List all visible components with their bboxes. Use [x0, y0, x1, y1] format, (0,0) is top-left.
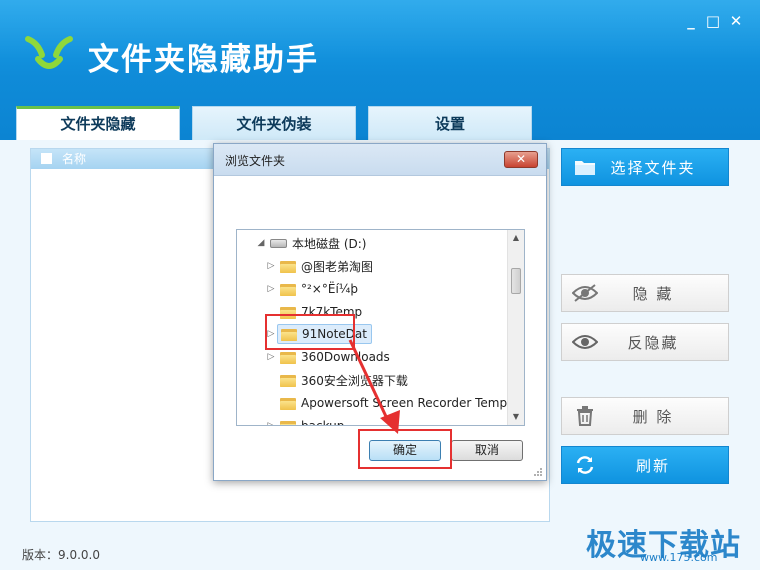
- app-title: 文件夹隐藏助手: [88, 42, 319, 78]
- tree-item[interactable]: Apowersoft Screen Recorder Temp: [265, 393, 507, 413]
- app-logo-icon: [25, 36, 73, 69]
- select-folder-button[interactable]: 选择文件夹: [561, 148, 729, 186]
- scroll-up-arrow-icon[interactable]: ▲: [508, 230, 524, 246]
- collapsed-arrow-icon[interactable]: ▷: [265, 329, 277, 339]
- dialog-close-button[interactable]: ✕: [504, 151, 538, 168]
- tree-item-selected[interactable]: ▷ 91NoteDat: [265, 324, 372, 344]
- tree-item[interactable]: ▷ °²×°Ëí¼þ: [265, 279, 359, 299]
- ok-button[interactable]: 确定: [369, 440, 441, 461]
- expanded-arrow-icon[interactable]: ◢: [255, 238, 267, 248]
- tree-item[interactable]: ▷ @图老弟淘图: [265, 256, 373, 276]
- browse-folder-dialog: 浏览文件夹 ✕ ◢ 本地磁盘 (D:) ▷ @图老弟淘图 ▷ °²×°Ëí¼þ …: [213, 143, 547, 481]
- refresh-icon: [562, 455, 608, 475]
- maximize-button[interactable]: □: [704, 12, 722, 30]
- tab-settings[interactable]: 设置: [368, 106, 532, 140]
- watermark-url: www.175.com: [640, 551, 718, 564]
- tree-item-drive-d[interactable]: ◢ 本地磁盘 (D:): [255, 233, 367, 253]
- scroll-down-arrow-icon[interactable]: ▼: [508, 409, 524, 425]
- tree-item[interactable]: ▷ 360Downloads: [265, 347, 390, 367]
- minimize-button[interactable]: _: [682, 12, 700, 30]
- scroll-thumb[interactable]: [511, 268, 521, 294]
- refresh-button[interactable]: 刷新: [561, 446, 729, 484]
- dialog-titlebar[interactable]: 浏览文件夹 ✕: [214, 144, 546, 176]
- tree-scrollbar[interactable]: ▲ ▼: [507, 230, 524, 425]
- dialog-title: 浏览文件夹: [225, 154, 286, 168]
- selected-folder[interactable]: 91NoteDat: [277, 324, 372, 344]
- trash-icon: [562, 406, 608, 426]
- select-all-checkbox[interactable]: [41, 153, 52, 164]
- tab-folder-disguise[interactable]: 文件夹伪装: [192, 106, 356, 140]
- hide-button[interactable]: 隐 藏: [561, 274, 729, 312]
- collapsed-arrow-icon[interactable]: ▷: [265, 421, 277, 425]
- column-name-label: 名称: [62, 152, 87, 166]
- tree-item[interactable]: 7k7kTemp: [265, 302, 362, 322]
- collapsed-arrow-icon[interactable]: ▷: [265, 284, 277, 294]
- unhide-button[interactable]: 反隐藏: [561, 323, 729, 361]
- folder-icon: [280, 283, 296, 296]
- resize-grip-icon[interactable]: [533, 467, 543, 477]
- folder-icon: [281, 328, 297, 341]
- eye-icon: [562, 333, 608, 351]
- folder-icon: [280, 420, 296, 425]
- folder-icon: [562, 158, 608, 176]
- folder-icon: [280, 260, 296, 273]
- cancel-button[interactable]: 取消: [451, 440, 523, 461]
- folder-icon: [280, 306, 296, 319]
- folder-icon: [280, 397, 296, 410]
- drive-icon: [270, 238, 287, 248]
- folder-icon: [280, 374, 296, 387]
- tree-item[interactable]: 360安全浏览器下载: [265, 370, 408, 390]
- eye-off-icon: [562, 284, 608, 302]
- folder-tree[interactable]: ◢ 本地磁盘 (D:) ▷ @图老弟淘图 ▷ °²×°Ëí¼þ 7k7kTemp…: [236, 229, 525, 426]
- collapsed-arrow-icon[interactable]: ▷: [265, 352, 277, 362]
- collapsed-arrow-icon[interactable]: ▷: [265, 261, 277, 271]
- delete-button[interactable]: 删 除: [561, 397, 729, 435]
- folder-icon: [280, 351, 296, 364]
- tab-folder-hide[interactable]: 文件夹隐藏: [16, 106, 180, 142]
- tree-item[interactable]: ▷ backup: [265, 416, 344, 425]
- version-label: 版本：9.0.0.0: [22, 548, 100, 562]
- close-button[interactable]: ✕: [727, 12, 745, 30]
